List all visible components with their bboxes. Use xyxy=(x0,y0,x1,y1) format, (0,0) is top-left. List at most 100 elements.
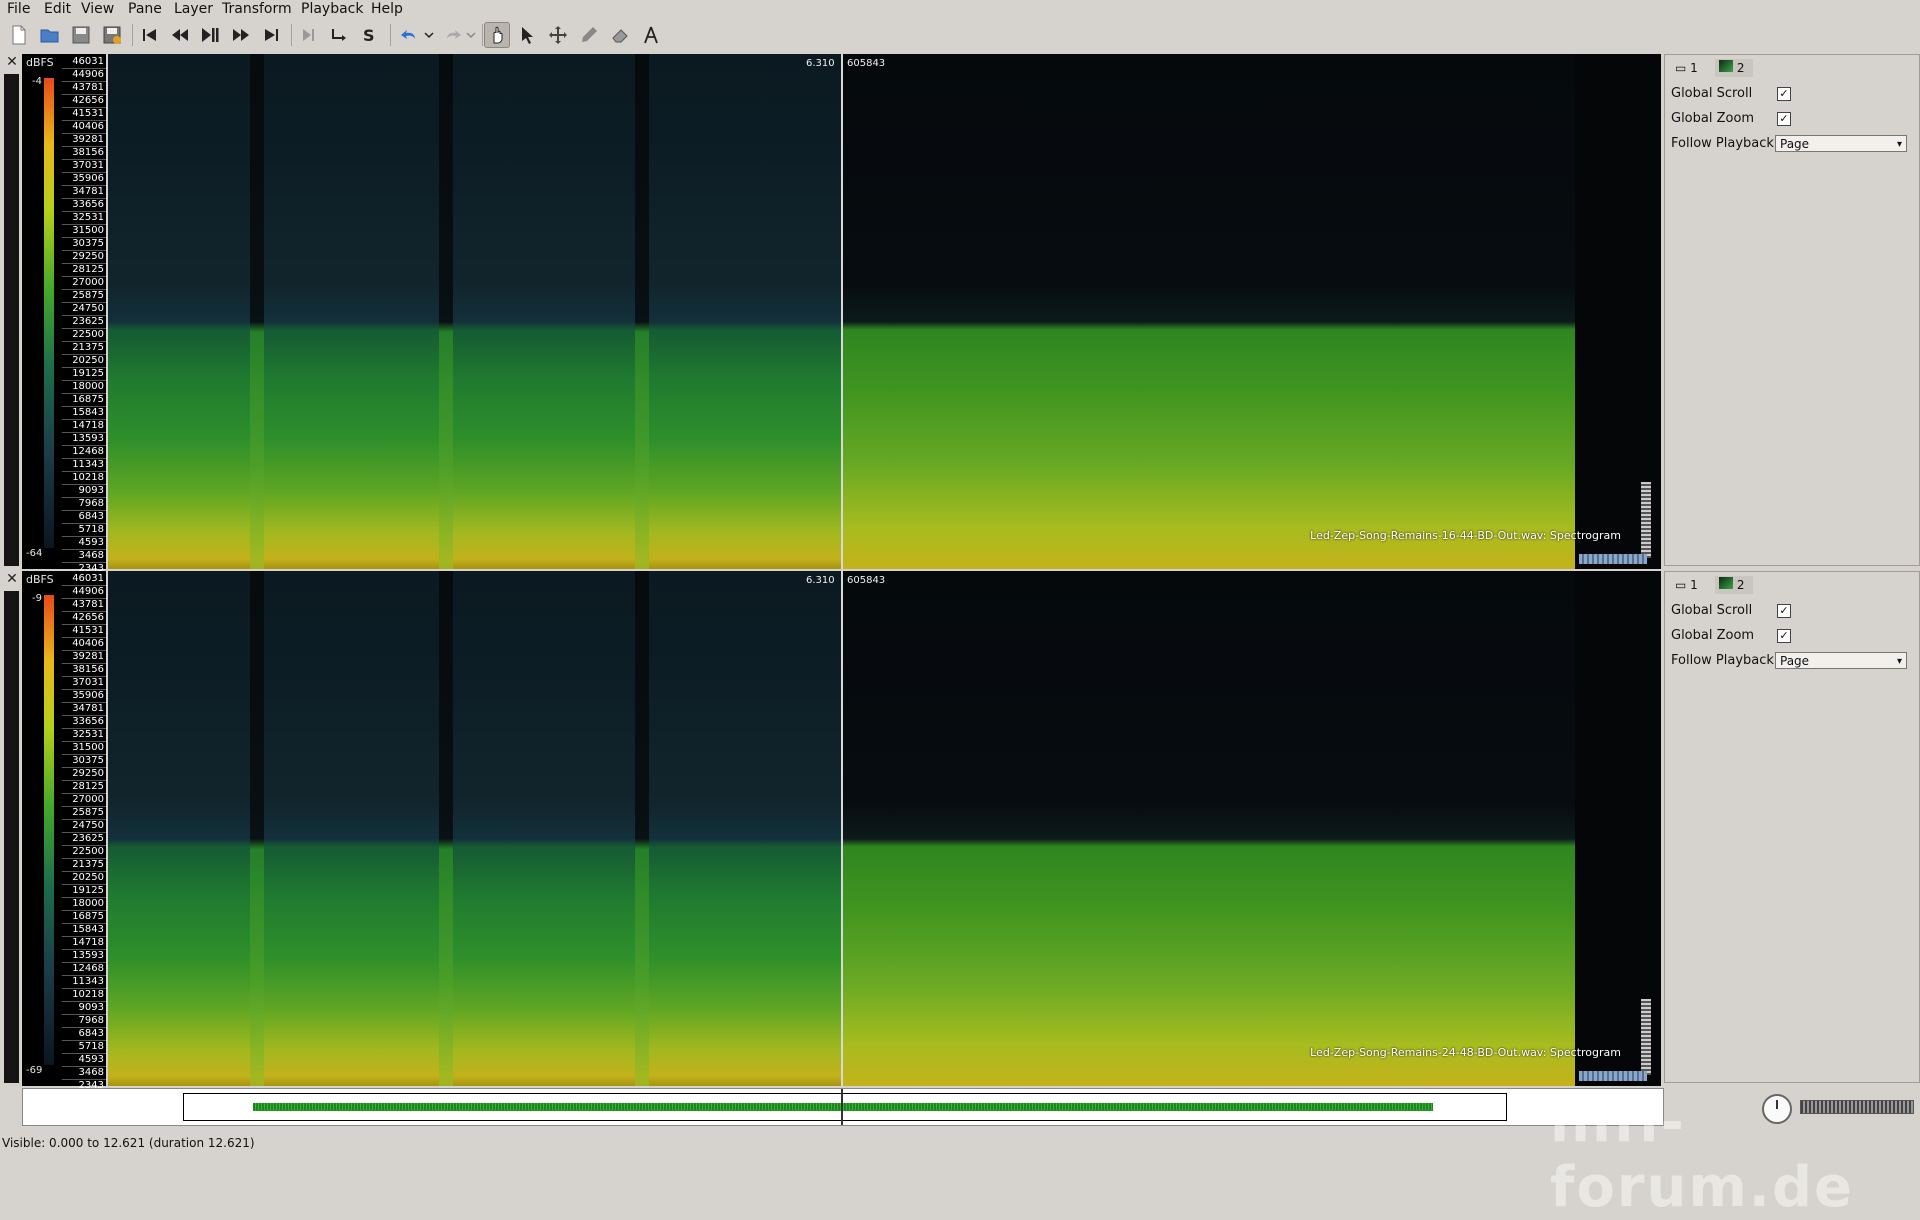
frequency-tick-label: 32531 xyxy=(62,729,106,742)
frequency-tick-label: 22500 xyxy=(62,329,106,342)
frequency-tick-label: 4593 xyxy=(62,1054,106,1067)
close-pane-icon[interactable]: ✕ xyxy=(2,54,22,70)
global-zoom-checkbox[interactable]: ✓ xyxy=(1777,112,1791,126)
vertical-zoom-thumbwheel[interactable] xyxy=(1641,999,1651,1075)
open-file-icon[interactable] xyxy=(37,22,63,48)
frequency-tick-label: 46031 xyxy=(62,56,106,69)
frequency-tick-label: 37031 xyxy=(62,677,106,690)
menu-file[interactable]: File xyxy=(7,1,30,17)
spectrogram-pane-1: ✕ dBFS -4 -64 46031 44906 43781 42656 41531 4… xyxy=(0,54,1920,602)
frequency-tick-label: 41531 xyxy=(62,108,106,121)
record-icon[interactable] xyxy=(296,22,322,48)
horizontal-zoom-thumbwheel[interactable] xyxy=(1579,554,1647,564)
menu-playback[interactable]: Playback xyxy=(301,1,363,17)
frequency-tick-label: 29250 xyxy=(62,768,106,781)
frequency-tick-label: 3468 xyxy=(62,550,106,563)
frequency-tick-label: 23625 xyxy=(62,833,106,846)
toolbar: S xyxy=(0,18,1920,52)
save-as-icon[interactable] xyxy=(99,22,125,48)
frequency-tick-label: 46031 xyxy=(62,573,106,586)
tab-pane[interactable]: ▭ 1 xyxy=(1671,576,1705,594)
forward-end-icon[interactable] xyxy=(258,22,284,48)
rewind-icon[interactable] xyxy=(167,22,193,48)
frequency-tick-label: 10218 xyxy=(62,472,106,485)
draw-icon[interactable] xyxy=(576,22,602,48)
frequency-tick-label: 5718 xyxy=(62,524,106,537)
spectrogram-layer-icon xyxy=(1719,577,1733,589)
follow-playback-label: Follow Playback xyxy=(1671,136,1774,151)
new-file-icon[interactable] xyxy=(6,22,32,48)
fast-forward-icon[interactable] xyxy=(228,22,254,48)
menu-bar: File Edit View Pane Layer Transform Play… xyxy=(0,0,1920,18)
measure-icon[interactable] xyxy=(638,22,664,48)
close-pane-icon[interactable]: ✕ xyxy=(2,571,22,587)
cursor-time: 6.310 xyxy=(806,575,835,586)
toolbar-separator xyxy=(291,24,292,46)
follow-playback-select[interactable]: Page ▾ xyxy=(1775,135,1907,152)
chevron-down-icon: ▾ xyxy=(1896,656,1902,667)
tab-layer[interactable]: 2 xyxy=(1715,576,1753,594)
playhead-cursor[interactable] xyxy=(841,54,843,569)
vertical-zoom-thumbwheel[interactable] xyxy=(1641,482,1651,558)
frequency-labels: 46031 44906 43781 42656 41531 40406 39281 38156… xyxy=(62,573,106,1119)
frequency-tick-label: 33656 xyxy=(62,199,106,212)
frequency-tick-label: 41531 xyxy=(62,625,106,638)
global-scroll-checkbox[interactable]: ✓ xyxy=(1777,87,1791,101)
play-pause-icon[interactable] xyxy=(197,22,223,48)
menu-view[interactable]: View xyxy=(81,1,114,17)
select-icon[interactable] xyxy=(514,22,540,48)
cursor-time: 6.310 xyxy=(806,58,835,69)
overview-visible-region[interactable] xyxy=(183,1093,1507,1121)
follow-playback-value: Page xyxy=(1780,137,1810,151)
frequency-tick-label: 40406 xyxy=(62,638,106,651)
frequency-tick-label: 9093 xyxy=(62,485,106,498)
follow-playback-label: Follow Playback xyxy=(1671,653,1774,668)
navigate-icon[interactable] xyxy=(484,22,510,48)
frequency-tick-label: 15843 xyxy=(62,924,106,937)
menu-transform[interactable]: Transform xyxy=(222,1,292,17)
follow-playback-select[interactable]: Page ▾ xyxy=(1775,652,1907,669)
global-scroll-checkbox[interactable]: ✓ xyxy=(1777,604,1791,618)
overview-panel[interactable] xyxy=(22,1088,1664,1126)
menu-layer[interactable]: Layer xyxy=(174,1,213,17)
frequency-tick-label: 3468 xyxy=(62,1067,106,1080)
frequency-tick-label: 35906 xyxy=(62,690,106,703)
level-meter xyxy=(4,74,19,566)
frequency-tick-label: 37031 xyxy=(62,160,106,173)
spectrogram-loud-region xyxy=(843,54,1661,569)
frequency-scale: dBFS -4 -64 46031 44906 43781 42656 41531 404… xyxy=(22,54,106,602)
frequency-tick-label: 5718 xyxy=(62,1041,106,1054)
toolbar-separator xyxy=(390,24,391,46)
menu-help[interactable]: Help xyxy=(371,1,403,17)
layer-name-label: Led-Zep-Song-Remains-24-48-BD-Out.wav: S… xyxy=(1310,1046,1621,1059)
global-zoom-checkbox[interactable]: ✓ xyxy=(1777,629,1791,643)
frequency-tick-label: 24750 xyxy=(62,820,106,833)
tab-pane[interactable]: ▭ 1 xyxy=(1671,59,1705,77)
chevron-down-icon[interactable] xyxy=(416,22,442,48)
spectrogram-view[interactable]: 6.310 605843 Led-Zep-Song-Remains-24-48-… xyxy=(108,571,1661,1086)
spectrogram-view[interactable]: 6.310 605843 Led-Zep-Song-Remains-16-44-… xyxy=(108,54,1661,569)
tab-layer[interactable]: 2 xyxy=(1715,59,1753,77)
frequency-tick-label: 13593 xyxy=(62,950,106,963)
frequency-tick-label: 38156 xyxy=(62,664,106,677)
loop-icon[interactable] xyxy=(326,22,352,48)
chevron-down-icon[interactable] xyxy=(458,22,484,48)
menu-pane[interactable]: Pane xyxy=(128,1,162,17)
save-icon[interactable] xyxy=(68,22,94,48)
frequency-tick-label: 25875 xyxy=(62,290,106,303)
follow-playback-value: Page xyxy=(1780,654,1810,668)
color-scale-bar xyxy=(44,78,54,548)
frequency-tick-label: 28125 xyxy=(62,781,106,794)
global-scroll-label: Global Scroll xyxy=(1671,86,1753,101)
layer-name-label: Led-Zep-Song-Remains-16-44-BD-Out.wav: S… xyxy=(1310,529,1621,542)
menu-edit[interactable]: Edit xyxy=(44,1,71,17)
move-icon[interactable] xyxy=(545,22,571,48)
rewind-start-icon[interactable] xyxy=(137,22,163,48)
tab-label: 1 xyxy=(1690,578,1698,592)
playhead-cursor[interactable] xyxy=(841,571,843,1086)
frequency-tick-label: 18000 xyxy=(62,898,106,911)
erase-icon[interactable] xyxy=(607,22,633,48)
horizontal-zoom-thumbwheel[interactable] xyxy=(1579,1071,1647,1081)
spectrogram-band xyxy=(250,571,264,1086)
solo-icon[interactable]: S xyxy=(357,22,383,48)
